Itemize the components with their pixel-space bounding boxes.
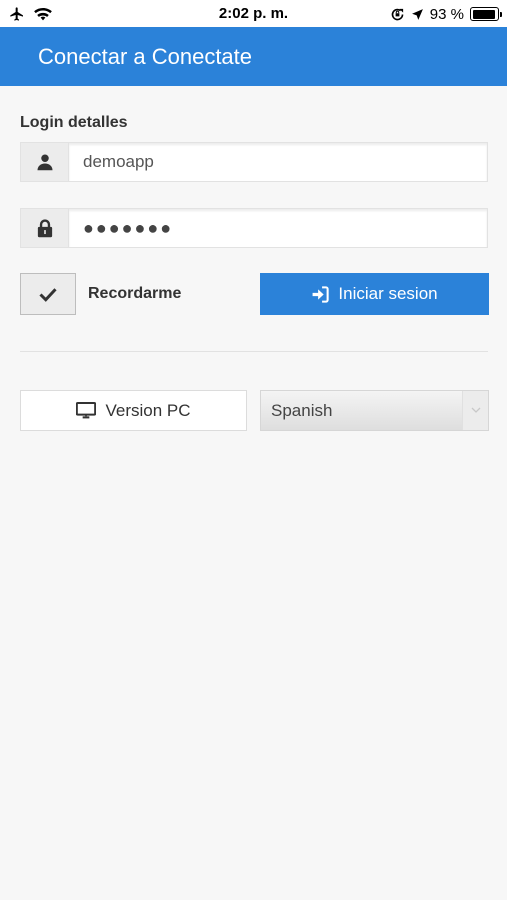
password-input[interactable]: ●●●●●●● [69,209,487,247]
lock-icon [37,218,52,237]
pc-version-button[interactable]: Version PC [20,390,247,431]
status-right: 93 % [390,4,502,24]
battery-icon [470,7,502,21]
remember-label: Recordarme [88,285,182,302]
battery-percent: 93 % [429,5,464,23]
language-select[interactable]: Spanish [260,390,489,431]
location-arrow-icon [411,8,423,20]
pc-version-label: Version PC [105,400,191,420]
checkmark-icon [39,287,57,302]
login-button-label: Iniciar sesion [338,284,438,303]
password-row: ●●●●●●● [20,208,488,248]
sign-in-icon [312,285,330,303]
language-value: Spanish [271,400,333,420]
password-addon [21,209,69,247]
battery-level [472,9,495,19]
app-bar: Conectar a Conectate [0,27,507,86]
divider [20,351,488,352]
chevron-down-icon [462,391,488,430]
status-bar: 2:02 p. m. 93 % [0,0,507,27]
login-button[interactable]: Iniciar sesion [260,273,489,315]
page-title: Conectar a Conectate [38,44,253,69]
desktop-icon [76,402,97,419]
username-row: demoapp [20,142,488,182]
username-addon [21,143,69,181]
user-icon [37,154,52,171]
remember-checkbox[interactable] [20,273,76,315]
login-section-label: Login detalles [20,114,128,131]
username-input[interactable]: demoapp [69,143,487,181]
orientation-lock-icon [391,8,404,20]
